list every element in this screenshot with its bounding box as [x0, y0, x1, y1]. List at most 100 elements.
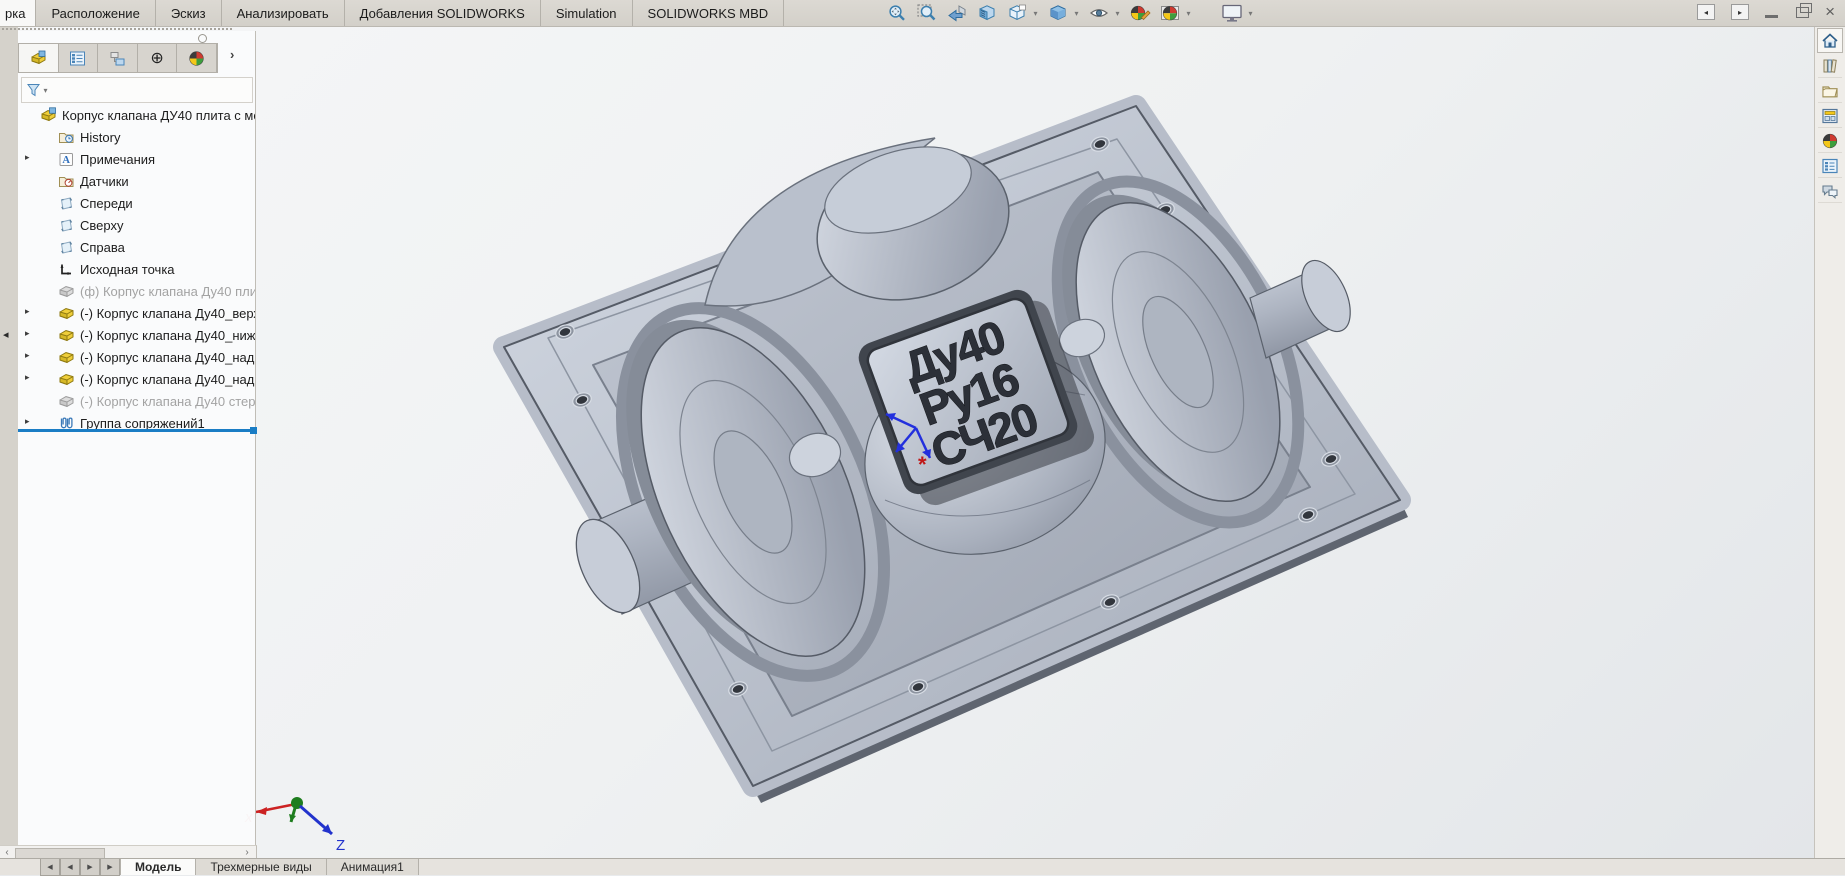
command-manager-tabs: рка Расположение Эскиз Анализировать Доб… — [0, 0, 784, 26]
tab-assembly[interactable]: рка — [0, 0, 36, 26]
manager-tab-strip: ⊕ — [18, 43, 218, 73]
featuremanager-panel: ⊕ › ▾ Корпус клапана ДУ40 плита с модел … — [18, 31, 256, 845]
solidworks-resources-icon[interactable] — [1817, 28, 1843, 53]
tree-item-component-rod[interactable]: (-) Корпус клапана Ду40 стержен — [18, 390, 255, 412]
tree-item-component-label2[interactable]: ▸ (-) Корпус клапана Ду40_надпись — [18, 368, 255, 390]
tab-configurationmanager[interactable] — [98, 44, 138, 72]
filter-dropdown[interactable]: ▾ — [41, 86, 50, 95]
assembly-icon — [40, 107, 57, 124]
zoom-to-area-icon[interactable] — [914, 2, 939, 24]
tab-model[interactable]: Модель — [120, 859, 196, 875]
next-document-icon[interactable]: ▸ — [1731, 4, 1749, 20]
tab-propertymanager[interactable] — [59, 44, 99, 72]
hide-show-items-dropdown[interactable]: ▾ — [1113, 9, 1122, 18]
view-palette-icon[interactable] — [1818, 104, 1842, 128]
previous-tab-icon[interactable]: ◀ — [60, 859, 80, 876]
tree-item-component-upper[interactable]: ▸ (-) Корпус клапана Ду40_верхняя — [18, 302, 255, 324]
design-library-icon[interactable] — [1818, 54, 1842, 78]
expand-arrow-icon[interactable]: ▸ — [25, 306, 30, 317]
panel-grip-dot[interactable] — [198, 34, 207, 43]
origin-icon — [58, 261, 75, 278]
feature-tree: Корпус клапана ДУ40 плита с модел Histor… — [18, 104, 255, 434]
display-style-dropdown[interactable]: ▾ — [1072, 9, 1081, 18]
close-icon[interactable]: × — [1825, 5, 1835, 19]
sensors-folder-icon — [58, 173, 75, 190]
model-3d-view: Ду40 Ру16 СЧ20 * x Z — [18, 27, 1815, 858]
tab-evaluate[interactable]: Анализировать — [222, 0, 345, 26]
task-pane — [1814, 27, 1845, 858]
document-tab-bar: ◀ ◀ ▶ ▶ Модель Трехмерные виды Анимация1 — [0, 858, 1845, 875]
component-icon — [58, 349, 75, 366]
component-suppressed-icon — [58, 393, 75, 410]
mate-origin-mark: * — [918, 452, 927, 477]
section-view-icon[interactable] — [974, 2, 999, 24]
history-folder-icon — [58, 129, 75, 146]
expand-arrow-icon[interactable]: ▸ — [25, 350, 30, 361]
panel-horizontal-scrollbar[interactable]: ‹ › — [0, 845, 257, 859]
previous-view-icon[interactable] — [944, 2, 969, 24]
tab-displaymanager[interactable] — [177, 44, 217, 72]
tab-animation1[interactable]: Анимация1 — [327, 859, 419, 875]
edit-appearance-icon[interactable] — [1127, 2, 1152, 24]
view-settings-icon[interactable] — [1219, 2, 1244, 24]
triad-z-label: Z — [336, 837, 345, 854]
display-style-icon[interactable] — [1045, 2, 1070, 24]
tree-item-history[interactable]: History — [18, 126, 255, 148]
graphics-viewport[interactable]: Ду40 Ру16 СЧ20 * x Z — [18, 27, 1815, 858]
plane-icon — [58, 217, 75, 234]
viewport-triad: x Z — [244, 797, 345, 854]
first-tab-icon[interactable]: ◀ — [40, 859, 60, 876]
component-icon — [58, 305, 75, 322]
tree-item-top-plane[interactable]: Сверху — [18, 214, 255, 236]
expand-arrow-icon[interactable]: ▸ — [25, 416, 30, 427]
tab-solidworks-mbd[interactable]: SOLIDWORKS MBD — [633, 0, 785, 26]
tree-item-sensors[interactable]: Датчики — [18, 170, 255, 192]
tree-root-assembly[interactable]: Корпус клапана ДУ40 плита с модел — [18, 104, 255, 126]
tab-layout[interactable]: Расположение — [36, 0, 155, 26]
commandmanager-drag-hint — [2, 28, 232, 30]
last-tab-icon[interactable]: ▶ — [100, 859, 120, 876]
solidworks-forum-icon[interactable] — [1818, 179, 1842, 203]
expand-arrow-icon[interactable]: ▸ — [25, 152, 30, 163]
apply-scene-icon[interactable] — [1157, 2, 1182, 24]
minimize-icon[interactable] — [1765, 15, 1778, 18]
hide-show-items-icon[interactable] — [1086, 2, 1111, 24]
tree-filter[interactable]: ▾ — [21, 77, 253, 103]
plane-icon — [58, 239, 75, 256]
tab-simulation[interactable]: Simulation — [541, 0, 633, 26]
tree-item-front-plane[interactable]: Спереди — [18, 192, 255, 214]
tree-item-component-label1[interactable]: ▸ (-) Корпус клапана Ду40_надпись — [18, 346, 255, 368]
restore-icon[interactable] — [1796, 7, 1809, 18]
zoom-to-fit-icon[interactable] — [884, 2, 909, 24]
previous-document-icon[interactable]: ◂ — [1697, 4, 1715, 20]
next-tab-icon[interactable]: ▶ — [80, 859, 100, 876]
view-orientation-icon[interactable] — [1004, 2, 1029, 24]
tree-selection-rollback-bar[interactable] — [18, 429, 256, 432]
expand-arrow-icon[interactable]: ▸ — [25, 372, 30, 383]
component-suppressed-icon — [58, 283, 75, 300]
annotations-icon: A — [58, 151, 75, 168]
file-explorer-icon[interactable] — [1818, 79, 1842, 103]
heads-up-view-toolbar: ▾ ▾ ▾ ▾ ▾ — [884, 2, 1255, 24]
tree-item-component-fixed[interactable]: (ф) Корпус клапана Ду40 плита< — [18, 280, 255, 302]
tab-sketch[interactable]: Эскиз — [156, 0, 222, 26]
apply-scene-dropdown[interactable]: ▾ — [1184, 9, 1193, 18]
tab-featuremanager[interactable] — [19, 44, 59, 72]
component-icon — [58, 371, 75, 388]
tab-solidworks-addins[interactable]: Добавления SOLIDWORKS — [345, 0, 541, 26]
tab-dimxpertmanager[interactable]: ⊕ — [138, 44, 178, 72]
tree-item-right-plane[interactable]: Справа — [18, 236, 255, 258]
appearances-scenes-icon[interactable] — [1818, 129, 1842, 153]
view-orientation-dropdown[interactable]: ▾ — [1031, 9, 1040, 18]
tree-item-origin[interactable]: Исходная точка — [18, 258, 255, 280]
panel-expand-chevron[interactable]: › — [230, 47, 234, 62]
tree-item-component-lower[interactable]: ▸ (-) Корпус клапана Ду40_нижняя — [18, 324, 255, 346]
tab-3d-views[interactable]: Трехмерные виды — [196, 859, 326, 875]
view-settings-dropdown[interactable]: ▾ — [1246, 9, 1255, 18]
tree-item-annotations[interactable]: ▸ A Примечания — [18, 148, 255, 170]
panel-collapse-icon[interactable]: ◂ — [3, 328, 9, 341]
expand-arrow-icon[interactable]: ▸ — [25, 328, 30, 339]
tab-navigation: ◀ ◀ ▶ ▶ — [40, 859, 120, 875]
custom-properties-icon[interactable] — [1818, 154, 1842, 178]
left-edge-strip — [0, 27, 18, 845]
